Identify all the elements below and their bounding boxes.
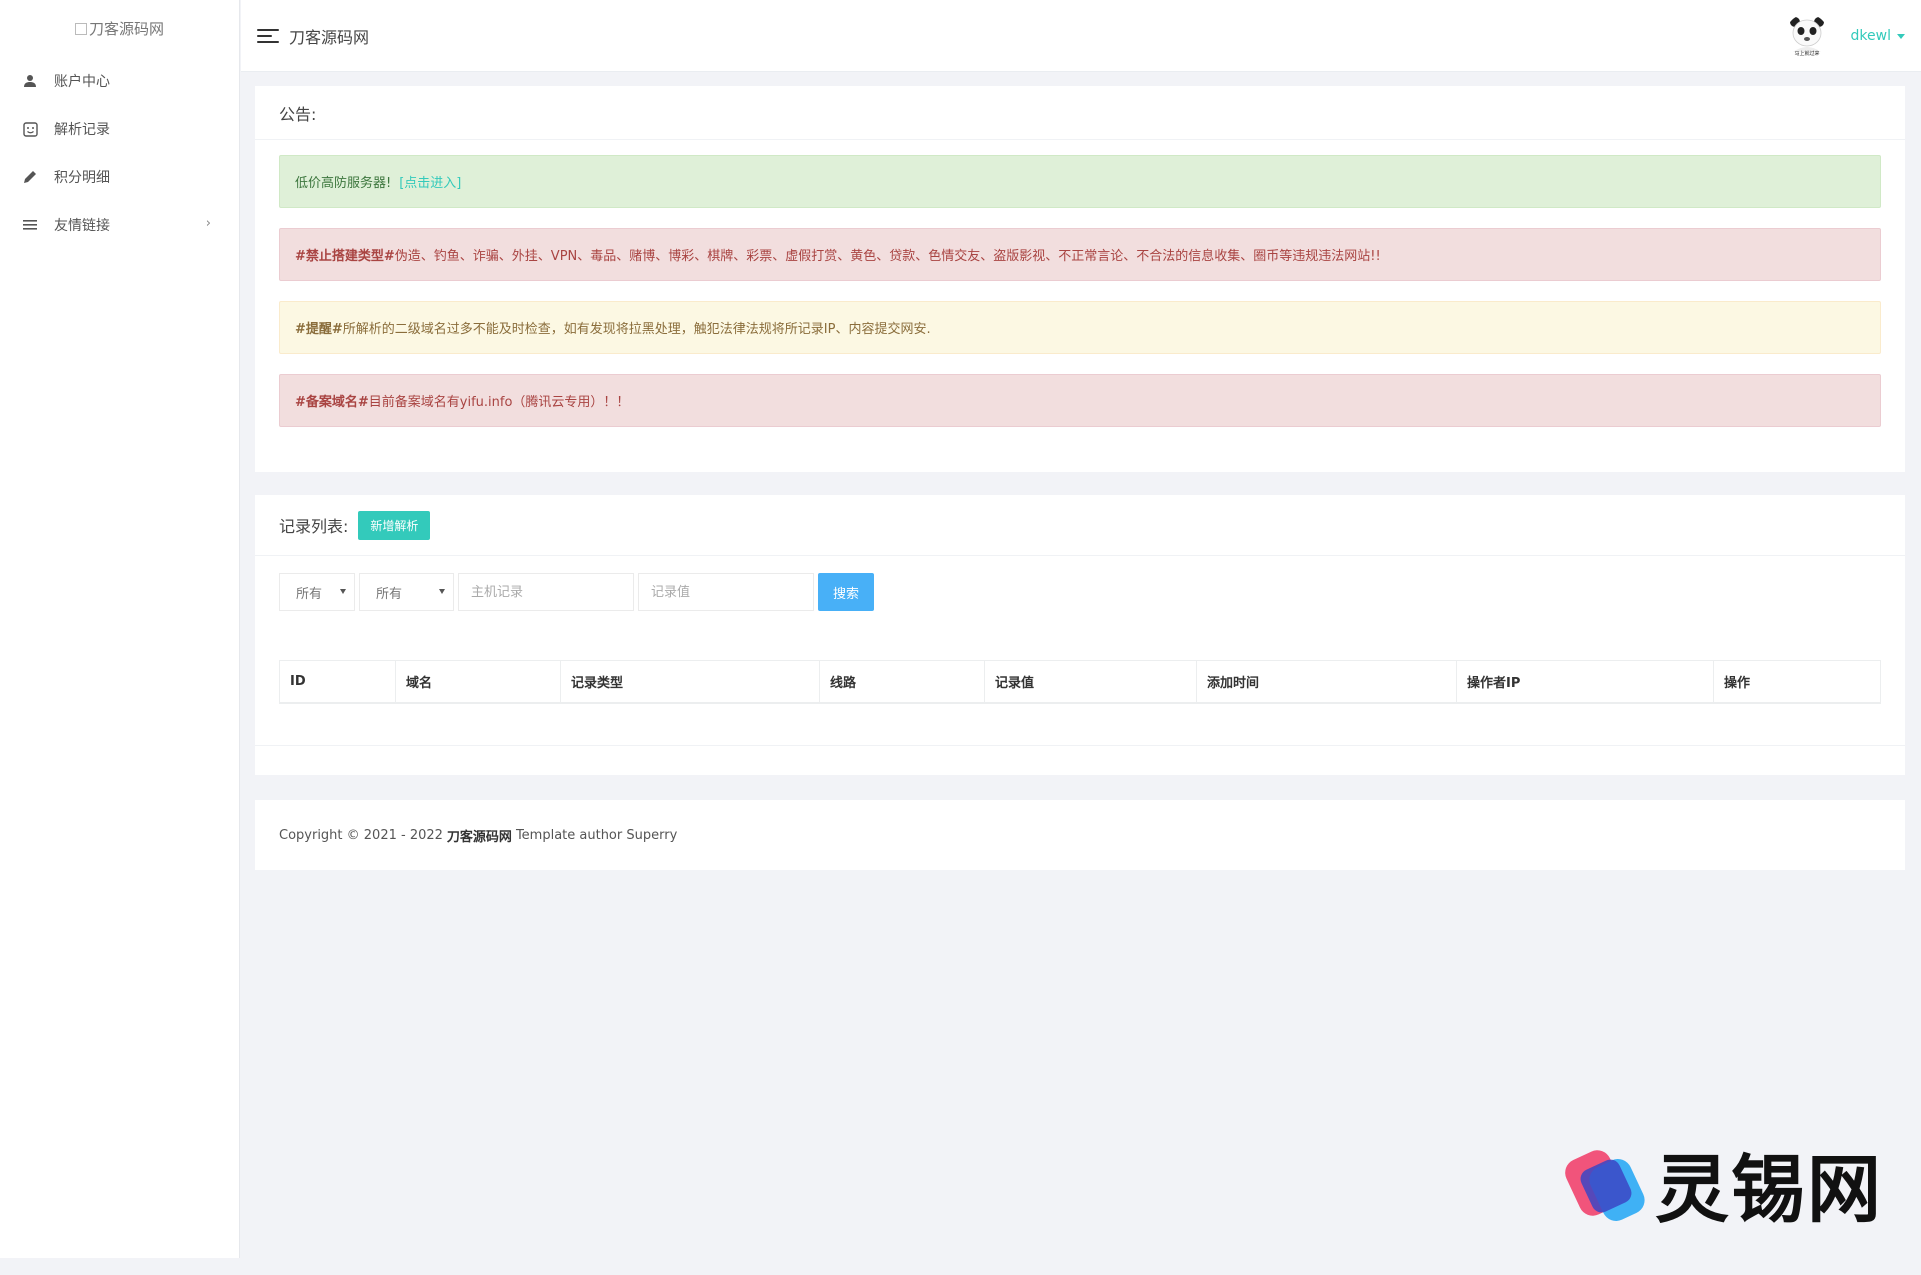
search-button[interactable]: 搜索: [818, 573, 874, 611]
logo-alt-text: 刀客源码网: [88, 20, 164, 38]
broken-image-icon: [74, 22, 87, 35]
sidebar: 刀客源码网 账户中心 解析记录 积分明细 友情链接 ›: [0, 0, 240, 1258]
chevron-right-icon: ›: [205, 216, 211, 231]
sidebar-item-links[interactable]: 友情链接 ›: [0, 201, 239, 249]
watermark: 灵锡网: [1565, 1130, 1883, 1237]
sidebar-item-label: 友情链接: [54, 218, 110, 234]
column-header[interactable]: 域名: [396, 661, 561, 702]
alert-danger-forbidden: #禁止搭建类型# 伪造、钓鱼、诈骗、外挂、VPN、毒品、赌博、博彩、棋牌、彩票、…: [279, 228, 1881, 281]
type-filter-select[interactable]: 所有: [279, 573, 355, 611]
column-header[interactable]: 记录值: [985, 661, 1197, 702]
notice-title: 公告:: [255, 86, 1905, 140]
svg-text:马上就过来: 马上就过来: [1794, 50, 1819, 57]
alert-success: 低价高防服务器! [点击进入]: [279, 155, 1881, 208]
list-icon: [22, 217, 38, 233]
sticker-icon: [22, 121, 38, 137]
site-title: 刀客源码网: [289, 27, 370, 47]
line-filter-select[interactable]: 所有: [359, 573, 454, 611]
chevron-down-icon: [439, 589, 445, 594]
sidebar-item-account[interactable]: 账户中心: [0, 57, 239, 105]
alert-danger-record-domain: #备案域名# 目前备案域名有yifu.info（腾讯云专用）！！: [279, 374, 1881, 427]
column-header[interactable]: ID: [280, 661, 396, 702]
sidebar-item-label: 账户中心: [54, 74, 110, 90]
add-record-button[interactable]: 新增解析: [358, 510, 431, 540]
sidebar-item-records[interactable]: 解析记录: [0, 105, 239, 153]
column-header[interactable]: 操作: [1714, 661, 1880, 702]
enter-link[interactable]: [点击进入]: [399, 172, 461, 191]
filter-bar: 所有 所有 搜索: [279, 573, 874, 611]
pencil-icon: [22, 169, 38, 185]
watermark-logo-icon: [1565, 1139, 1649, 1229]
chevron-down-icon: [340, 589, 346, 594]
record-value-input[interactable]: [638, 573, 814, 611]
host-record-input[interactable]: [458, 573, 634, 611]
column-header[interactable]: 操作者IP: [1457, 661, 1714, 702]
user-icon: [22, 73, 38, 89]
column-header[interactable]: 记录类型: [561, 661, 820, 702]
records-table-header: ID 域名 记录类型 线路 记录值 添加时间 操作者IP 操作: [279, 660, 1881, 704]
notice-card: 公告: 低价高防服务器! [点击进入] #禁止搭建类型# 伪造、钓鱼、诈骗、外挂…: [255, 86, 1905, 472]
column-header[interactable]: 线路: [820, 661, 985, 702]
sidebar-item-label: 积分明细: [54, 170, 110, 186]
records-card: 记录列表: 新增解析 所有 所有 搜索 ID 域名 记录类型 线路 记录值 添加…: [255, 495, 1905, 775]
avatar[interactable]: 马上就过来: [1784, 14, 1829, 58]
copyright: Copyright © 2021 - 2022 刀客源码网 Template a…: [279, 827, 678, 845]
username: dkewl: [1850, 28, 1891, 44]
sidebar-item-label: 解析记录: [54, 122, 110, 138]
alert-warning-reminder: #提醒# 所解析的二级域名过多不能及时检查，如有发现将拉黑处理，触犯法律法规将所…: [279, 301, 1881, 354]
footer-card: Copyright © 2021 - 2022 刀客源码网 Template a…: [255, 800, 1905, 870]
records-title: 记录列表:: [279, 517, 349, 536]
sidebar-logo[interactable]: 刀客源码网: [0, 0, 239, 57]
sidebar-item-points[interactable]: 积分明细: [0, 153, 239, 201]
caret-down-icon: [1897, 33, 1905, 39]
user-menu[interactable]: dkewl: [1851, 28, 1905, 44]
column-header[interactable]: 添加时间: [1197, 661, 1457, 702]
menu-toggle-icon[interactable]: [257, 28, 279, 44]
top-header: 刀客源码网 马上就过来 dkewl: [241, 0, 1921, 72]
watermark-text: 灵锡网: [1655, 1147, 1883, 1233]
